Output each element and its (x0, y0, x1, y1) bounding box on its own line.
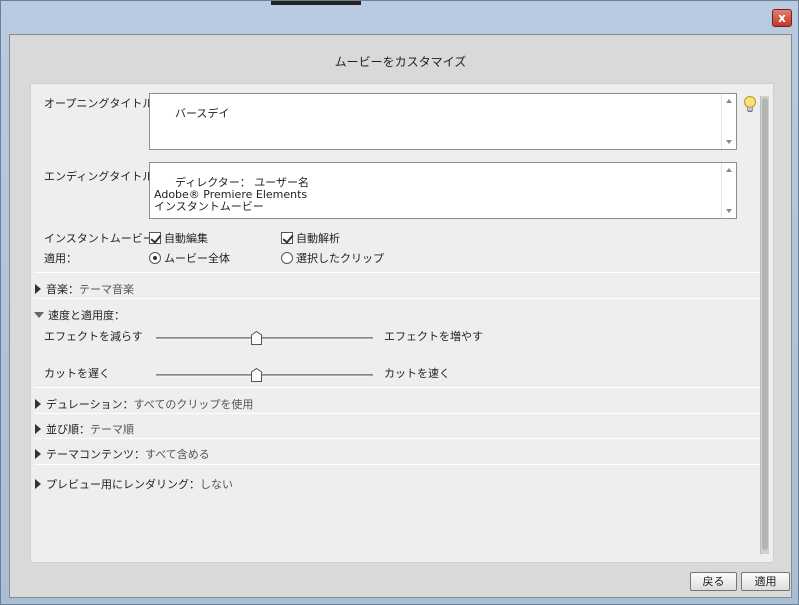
section-music[interactable]: 音楽：テーマ音楽 (35, 281, 134, 297)
checkbox-box[interactable] (281, 232, 293, 244)
cuts-slider-track[interactable] (156, 374, 373, 377)
close-icon[interactable]: x (772, 9, 792, 27)
effects-slider-thumb[interactable] (251, 331, 262, 345)
opening-title-value: バースデイ (174, 107, 230, 120)
ending-title-input[interactable]: ディレクター： ユーザー名 Adobe® Premiere Elements イ… (149, 162, 737, 219)
auto-analyze-label: 自動解析 (296, 232, 340, 245)
scroll-thumb[interactable] (762, 98, 768, 550)
checkbox-box[interactable] (149, 232, 161, 244)
order-value: テーマ順 (90, 423, 134, 436)
divider (34, 272, 763, 273)
ending-title-value: ディレクター： ユーザー名 Adobe® Premiere Elements イ… (154, 176, 310, 213)
duration-value: すべてのクリップを使用 (133, 398, 254, 411)
music-value: テーマ音楽 (79, 283, 134, 296)
section-speed[interactable]: 速度と適用度： (34, 307, 125, 323)
triangle-right-icon[interactable] (35, 479, 41, 489)
cuts-min-label: カットを遅く (44, 367, 110, 380)
speed-label: 速度と適用度： (48, 309, 125, 322)
triangle-right-icon[interactable] (35, 284, 41, 294)
divider (34, 438, 763, 439)
effects-slider-track[interactable] (156, 337, 373, 340)
preview-render-label: プレビュー用にレンダリング (46, 478, 189, 491)
divider (34, 387, 763, 388)
radio-circle[interactable] (149, 252, 161, 264)
theme-content-value: すべて含める (145, 448, 210, 461)
theme-content-label: テーマコンテンツ (46, 448, 134, 461)
cuts-slider-thumb[interactable] (251, 368, 262, 382)
lightbulb-icon[interactable] (742, 95, 758, 113)
order-label: 並び順 (46, 423, 79, 436)
radio-circle[interactable] (281, 252, 293, 264)
effects-min-label: エフェクトを減らす (44, 330, 143, 343)
colon: ： (189, 478, 200, 491)
apply-button[interactable]: 適用 (741, 572, 790, 591)
triangle-right-icon[interactable] (35, 399, 41, 409)
scroll-up-icon[interactable] (726, 99, 732, 103)
apply-selected-clips-radio[interactable]: 選択したクリップ (281, 250, 384, 266)
section-preview-render[interactable]: プレビュー用にレンダリング：しない (35, 476, 233, 492)
apply-to-label: 適用： (44, 252, 77, 265)
section-theme-content[interactable]: テーマコンテンツ：すべて含める (35, 446, 210, 462)
section-duration[interactable]: デュレーション：すべてのクリップを使用 (35, 396, 253, 412)
colon: ： (79, 423, 90, 436)
instant-movie-label: インスタントムービー： (44, 232, 165, 245)
cuts-max-label: カットを速く (384, 367, 450, 380)
music-label: 音楽 (46, 283, 68, 296)
dialog-title: ムービーをカスタマイズ (334, 55, 467, 69)
preview-render-value: しない (200, 478, 233, 491)
opening-title-label: オープニングタイトル： (44, 97, 165, 110)
apply-whole-movie-radio[interactable]: ムービー全体 (149, 250, 230, 266)
divider (34, 464, 763, 465)
auto-analyze-checkbox[interactable]: 自動解析 (281, 230, 340, 246)
apply-selected-clips-label: 選択したクリップ (296, 252, 384, 265)
opening-title-input[interactable]: バースデイ (149, 93, 737, 150)
effects-max-label: エフェクトを増やす (384, 330, 483, 343)
triangle-right-icon[interactable] (35, 424, 41, 434)
scroll-down-icon[interactable] (726, 140, 732, 144)
scroll-down-icon[interactable] (726, 209, 732, 213)
window-frame: x ムービーをカスタマイズ オープニングタイトル： バースデイ エンディングタイ… (0, 0, 799, 605)
window-top-tab (271, 1, 361, 5)
triangle-down-icon[interactable] (34, 312, 44, 318)
auto-edit-checkbox[interactable]: 自動編集 (149, 230, 208, 246)
ending-title-scrollbar[interactable] (721, 163, 736, 218)
back-button[interactable]: 戻る (690, 572, 737, 591)
content-scrollbar[interactable] (760, 96, 769, 554)
colon: ： (68, 283, 79, 296)
auto-edit-label: 自動編集 (164, 232, 208, 245)
colon: ： (122, 398, 134, 411)
triangle-right-icon[interactable] (35, 449, 41, 459)
divider (34, 413, 763, 414)
ending-title-label: エンディングタイトル： (44, 170, 165, 183)
divider (34, 298, 763, 299)
duration-label: デュレーション (46, 398, 123, 411)
customize-movie-dialog: ムービーをカスタマイズ オープニングタイトル： バースデイ エンディングタイトル… (9, 34, 792, 598)
apply-whole-movie-label: ムービー全体 (164, 252, 230, 265)
section-order[interactable]: 並び順：テーマ順 (35, 421, 134, 437)
colon: ： (134, 448, 145, 461)
scroll-up-icon[interactable] (726, 168, 732, 172)
opening-title-scrollbar[interactable] (721, 94, 736, 149)
